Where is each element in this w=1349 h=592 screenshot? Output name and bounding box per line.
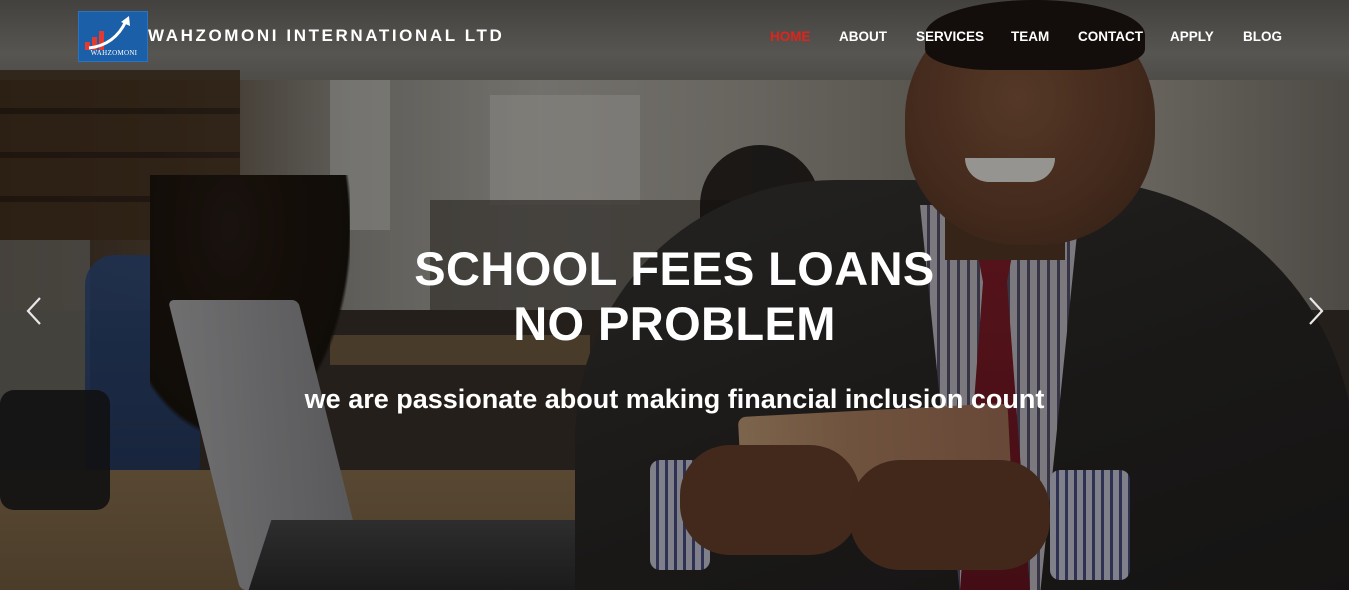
hero-headline: SCHOOL FEES LOANS NO PROBLEM: [0, 241, 1349, 351]
hero-headline-line: NO PROBLEM: [513, 297, 836, 350]
chevron-right-icon: [1309, 297, 1324, 325]
logo-wordmark: WAHZOMONI: [90, 49, 138, 57]
hero-headline-line: SCHOOL FEES LOANS: [414, 242, 935, 295]
nav-home[interactable]: HOME: [770, 29, 811, 44]
site-header: WAHZOMONI WAHZOMONI INTERNATIONAL LTD HO…: [0, 0, 1349, 74]
nav-contact[interactable]: CONTACT: [1078, 29, 1143, 44]
nav-about[interactable]: ABOUT: [839, 29, 887, 44]
nav-blog[interactable]: BLOG: [1243, 29, 1282, 44]
main-nav: HOME ABOUT SERVICES TEAM CONTACT APPLY B…: [0, 29, 1349, 49]
chevron-left-icon: [26, 297, 41, 325]
carousel-next-button[interactable]: [1300, 293, 1330, 329]
hero-banner: WAHZOMONI WAHZOMONI INTERNATIONAL LTD HO…: [0, 0, 1349, 590]
nav-services[interactable]: SERVICES: [916, 29, 984, 44]
carousel-prev-button[interactable]: [20, 293, 50, 329]
nav-team[interactable]: TEAM: [1011, 29, 1049, 44]
nav-apply[interactable]: APPLY: [1170, 29, 1214, 44]
hero-tagline: we are passionate about making financial…: [304, 384, 1045, 414]
